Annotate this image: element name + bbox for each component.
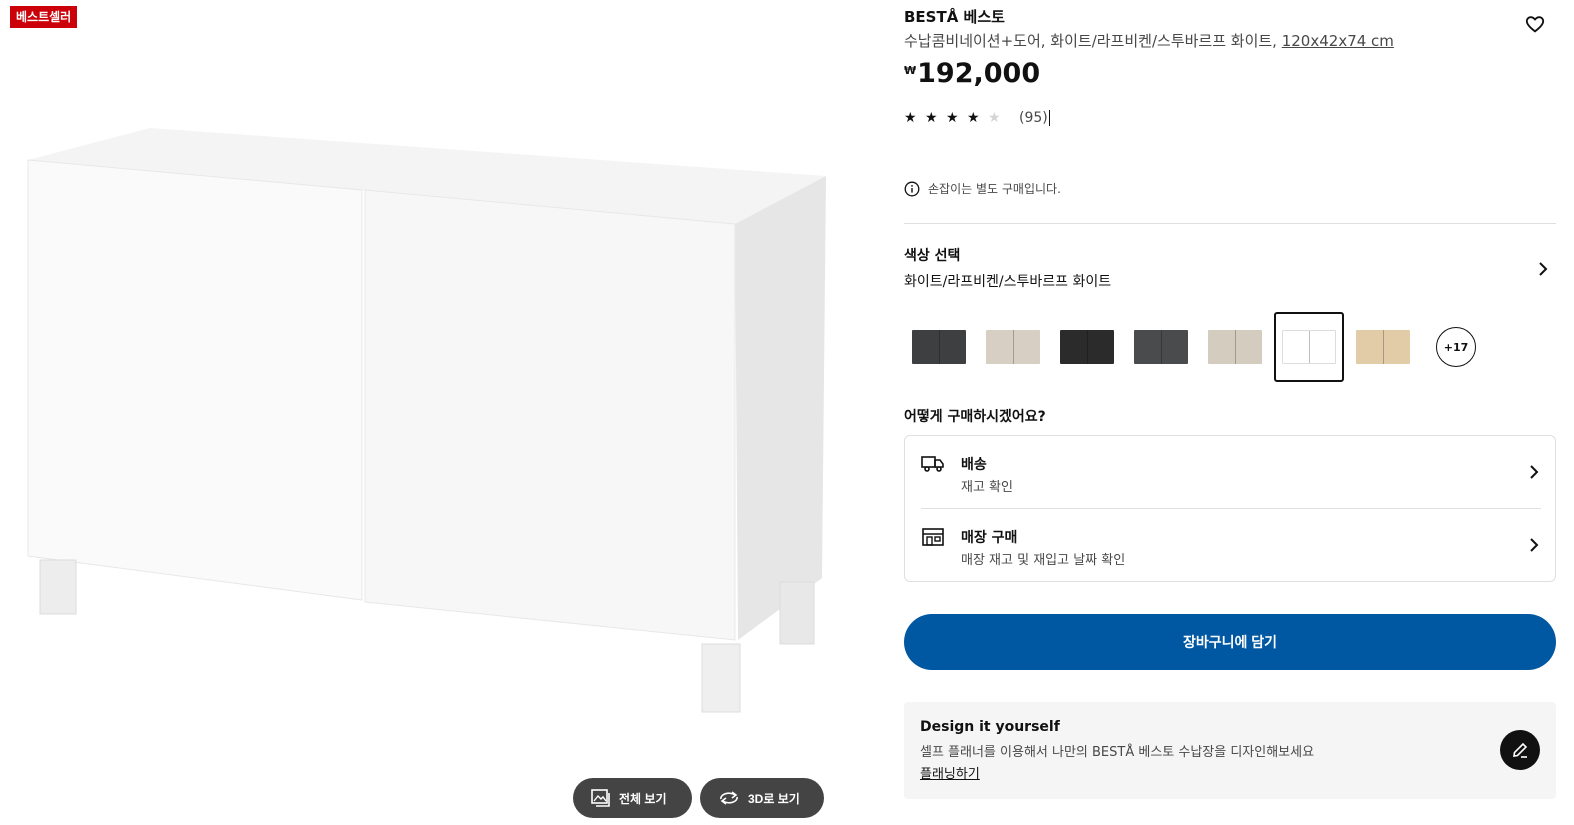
chevron-right-icon bbox=[1530, 538, 1539, 552]
swatch-image bbox=[1208, 330, 1262, 364]
diy-heading: Design it yourself bbox=[920, 719, 1060, 735]
product-info-panel: BESTÅ 베스토 수납콤비네이션+도어, 화이트/라프비켄/스투바르프 화이트… bbox=[904, 0, 1556, 825]
review-count: (95) bbox=[1019, 110, 1050, 126]
star-empty-icon: ★ bbox=[988, 110, 1001, 126]
add-to-cart-button[interactable]: 장바구니에 담기 bbox=[904, 614, 1556, 670]
handle-note-text: 손잡이는 별도 구매입니다. bbox=[928, 182, 1061, 196]
delivery-option[interactable]: 배송 재고 확인 bbox=[921, 436, 1541, 508]
view-3d-label: 3D로 보기 bbox=[748, 791, 800, 806]
delivery-label: 배송 bbox=[961, 457, 987, 473]
image-gallery-icon bbox=[591, 789, 610, 807]
color-swatch[interactable] bbox=[1126, 312, 1196, 382]
swatch-image bbox=[986, 330, 1040, 364]
rotate-3d-icon bbox=[720, 791, 738, 805]
product-description-text: 수납콤비네이션+도어, 화이트/라프비켄/스투바르프 화이트, bbox=[904, 32, 1282, 50]
swatch-image bbox=[1356, 330, 1410, 364]
color-swatch[interactable] bbox=[1052, 312, 1122, 382]
color-swatch[interactable] bbox=[1348, 312, 1418, 382]
bestseller-badge: 베스트셀러 bbox=[10, 6, 78, 28]
selected-color-name: 화이트/라프비켄/스투바르프 화이트 bbox=[904, 274, 1112, 290]
handle-note: 손잡이는 별도 구매입니다. bbox=[904, 180, 1061, 197]
color-swatch[interactable] bbox=[1200, 312, 1270, 382]
color-swatch-selected[interactable] bbox=[1274, 312, 1344, 382]
delivery-sub: 재고 확인 bbox=[961, 480, 1013, 495]
star-icon: ★ bbox=[904, 110, 917, 126]
star-icon: ★ bbox=[946, 110, 959, 126]
swatch-image bbox=[912, 330, 966, 364]
heart-icon[interactable] bbox=[1524, 13, 1546, 35]
product-gallery: 베스트셀러 전체 보기 3D로 보기 bbox=[0, 0, 860, 825]
store-sub: 매장 재고 및 재입고 날짜 확인 bbox=[961, 553, 1126, 568]
planner-button[interactable] bbox=[1500, 730, 1540, 770]
purchase-heading: 어떻게 구매하시겠어요? bbox=[904, 409, 1046, 425]
chevron-right-icon[interactable] bbox=[1534, 260, 1552, 278]
product-image[interactable] bbox=[0, 0, 860, 825]
info-icon bbox=[904, 181, 920, 196]
store-option[interactable]: 매장 구매 매장 재고 및 재입고 날짜 확인 bbox=[921, 508, 1541, 580]
product-description: 수납콤비네이션+도어, 화이트/라프비켄/스투바르프 화이트, 120x42x7… bbox=[904, 30, 1394, 51]
color-swatch[interactable] bbox=[904, 312, 974, 382]
divider bbox=[904, 223, 1556, 224]
planner-link[interactable]: 플래닝하기 bbox=[920, 763, 980, 782]
truck-icon bbox=[921, 456, 944, 472]
swatch-image bbox=[1060, 330, 1114, 364]
color-swatches: +17 bbox=[904, 312, 1476, 382]
store-label: 매장 구매 bbox=[961, 530, 1018, 546]
view-all-label: 전체 보기 bbox=[619, 791, 667, 806]
view-all-button[interactable]: 전체 보기 bbox=[573, 778, 692, 818]
product-title: BESTÅ 베스토 bbox=[904, 8, 1005, 26]
price-currency: ₩ bbox=[904, 64, 917, 77]
view-3d-button[interactable]: 3D로 보기 bbox=[700, 778, 824, 818]
swatch-image bbox=[1134, 330, 1188, 364]
more-colors-button[interactable]: +17 bbox=[1436, 327, 1476, 367]
pencil-icon bbox=[1513, 742, 1528, 758]
rating[interactable]: ★ ★ ★ ★ ★ (95) bbox=[904, 110, 1050, 126]
product-dimensions-link[interactable]: 120x42x74 cm bbox=[1282, 32, 1394, 50]
star-icon: ★ bbox=[925, 110, 938, 126]
purchase-options: 배송 재고 확인 매장 구매 매장 재고 및 재입고 날짜 확인 bbox=[904, 435, 1556, 582]
design-it-yourself-card: Design it yourself 셀프 플래너를 이용해서 나만의 BEST… bbox=[904, 702, 1556, 799]
star-icon: ★ bbox=[967, 110, 980, 126]
color-swatch[interactable] bbox=[978, 312, 1048, 382]
product-price: ₩ 192,000 bbox=[904, 58, 1040, 89]
store-icon bbox=[922, 528, 944, 546]
color-heading: 색상 선택 bbox=[904, 248, 961, 264]
chevron-right-icon bbox=[1530, 465, 1539, 479]
diy-text: 셀프 플래너를 이용해서 나만의 BESTÅ 베스토 수납장을 디자인해보세요 bbox=[920, 745, 1315, 760]
price-value: 192,000 bbox=[917, 58, 1041, 89]
swatch-image bbox=[1282, 330, 1336, 364]
